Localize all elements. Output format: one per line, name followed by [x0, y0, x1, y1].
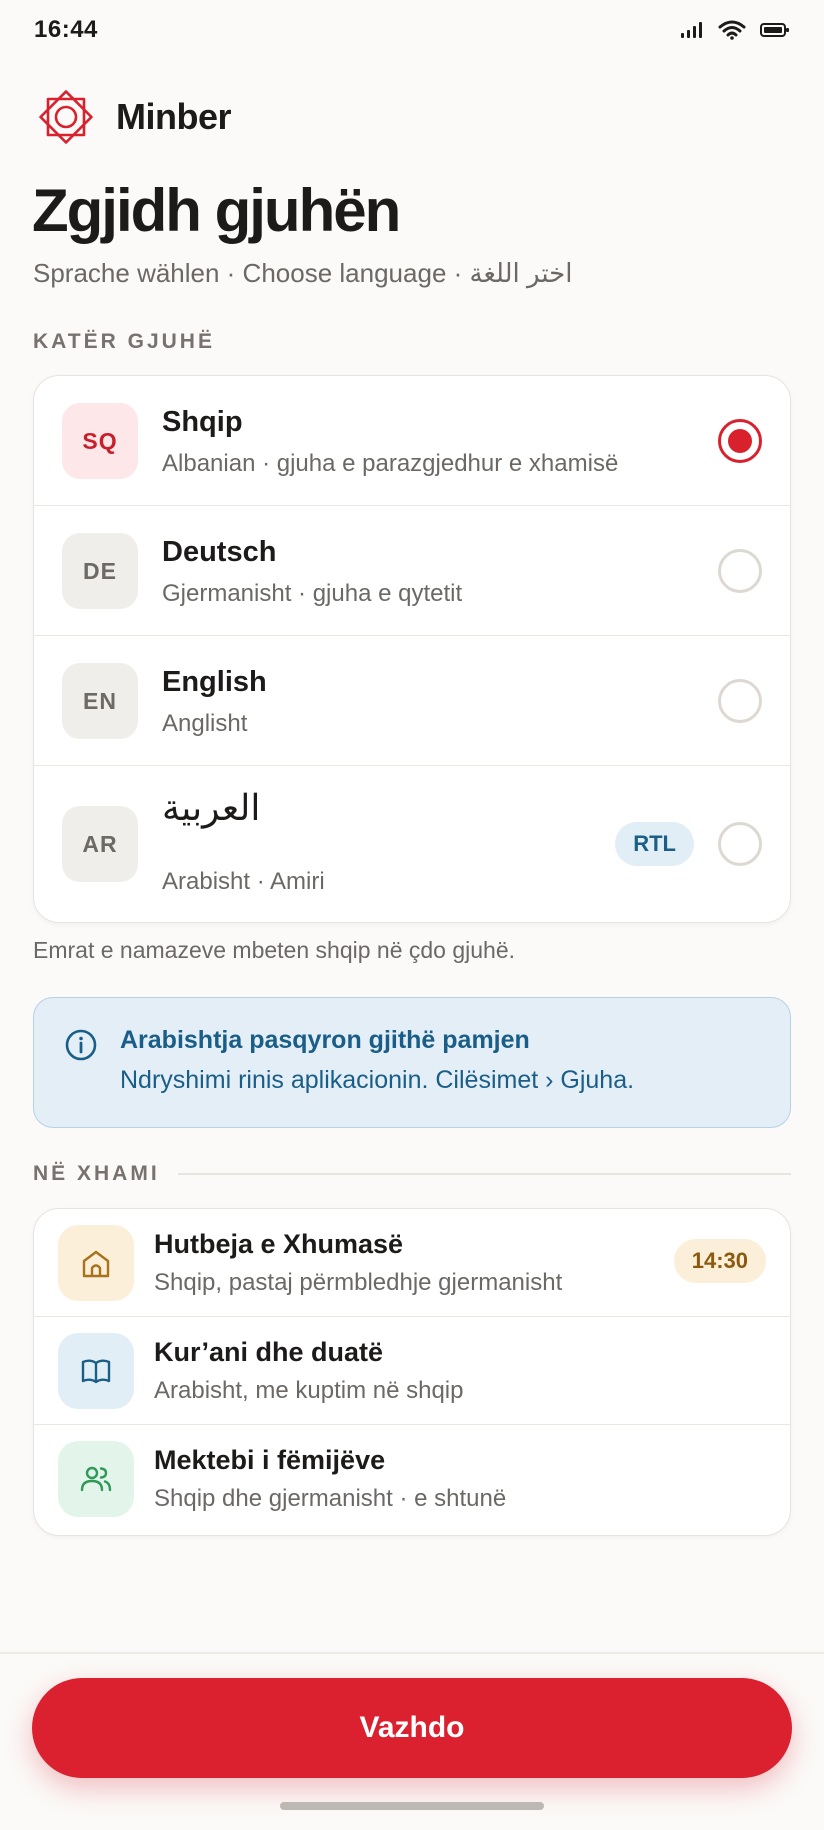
brand-name: Minber [116, 96, 232, 137]
language-list: SQ Shqip Albanian · gjuha e parazgjedhur… [33, 375, 791, 923]
signal-icon [681, 22, 702, 38]
bottom-separator [0, 1652, 824, 1654]
radio-button-selected[interactable] [718, 419, 762, 463]
language-code-badge: AR [62, 806, 138, 882]
continue-button[interactable]: Vazhdo [32, 1678, 792, 1778]
language-name: Deutsch [162, 536, 277, 568]
page-subtitle: Sprache wählen · Choose language · اختر … [33, 258, 573, 288]
radio-button[interactable] [718, 549, 762, 593]
item-title: Hutbeja e Xhumasë [154, 1229, 404, 1259]
radio-button[interactable] [718, 679, 762, 723]
item-description: Shqip, pastaj përmbledhje gjermanisht [154, 1269, 563, 1296]
language-code-badge: DE [62, 533, 138, 609]
rtl-badge: RTL [615, 822, 694, 866]
list-item-children-school: Mektebi i fëmijëve Shqip dhe gjermanisht… [34, 1425, 790, 1533]
mosque-section-label: NË XHAMI [33, 1162, 160, 1185]
list-item-quran: Kur’ani dhe duatë Arabisht, me kuptim në… [34, 1317, 790, 1425]
language-description: Gjermanisht · gjuha e qytetit [162, 580, 463, 607]
book-icon [58, 1333, 134, 1409]
info-banner: Arabishtja pasqyron gjithë pamjen Ndrysh… [33, 997, 791, 1128]
mosque-info-list: Hutbeja e Xhumasë Shqip, pastaj përmbled… [33, 1208, 791, 1536]
language-name: English [162, 666, 267, 698]
item-title: Kur’ani dhe duatë [154, 1337, 384, 1367]
language-option-en[interactable]: EN English Anglisht [34, 636, 790, 766]
languages-section-label: KATËR GJUHË [33, 330, 215, 353]
list-item-friday-sermon: Hutbeja e Xhumasë Shqip, pastaj përmbled… [34, 1209, 790, 1317]
language-description: Anglisht [162, 710, 248, 737]
language-name: Shqip [162, 406, 243, 438]
language-description: Albanian · gjuha e parazgjedhur e xhamis… [162, 450, 619, 477]
status-bar: 16:44 [0, 0, 824, 60]
language-option-ar[interactable]: AR العربية Arabisht · Amiri RTL [34, 766, 790, 922]
language-description: Arabisht · Amiri [162, 868, 325, 895]
home-indicator [280, 1802, 544, 1810]
status-icons [680, 20, 790, 40]
language-code-badge: SQ [62, 403, 138, 479]
item-description: Shqip dhe gjermanisht · e shtunë [154, 1485, 507, 1512]
language-name: العربية [162, 788, 261, 829]
mosque-icon [58, 1225, 134, 1301]
wifi-icon [718, 20, 746, 40]
radio-button[interactable] [718, 822, 762, 866]
info-text: Ndryshimi rinis aplikacionin. Cilësimet … [120, 1066, 635, 1094]
status-time: 16:44 [34, 16, 98, 43]
item-description: Arabisht, me kuptim në shqip [154, 1377, 464, 1404]
people-icon [58, 1441, 134, 1517]
time-badge: 14:30 [673, 1239, 766, 1283]
minber-logo-icon [39, 90, 93, 144]
language-code-badge: EN [62, 663, 138, 739]
brand-header: Minber [36, 86, 232, 148]
section-divider [178, 1173, 791, 1175]
info-icon [65, 1029, 97, 1061]
language-option-sq[interactable]: SQ Shqip Albanian · gjuha e parazgjedhur… [34, 376, 790, 506]
language-option-de[interactable]: DE Deutsch Gjermanisht · gjuha e qytetit [34, 506, 790, 636]
prayer-names-note: Emrat e namazeve mbeten shqip në çdo gju… [33, 937, 516, 963]
info-title: Arabishtja pasqyron gjithë pamjen [120, 1026, 530, 1054]
battery-icon [760, 23, 789, 37]
page-title: Zgjidh gjuhën [32, 177, 401, 244]
item-title: Mektebi i fëmijëve [154, 1445, 386, 1475]
